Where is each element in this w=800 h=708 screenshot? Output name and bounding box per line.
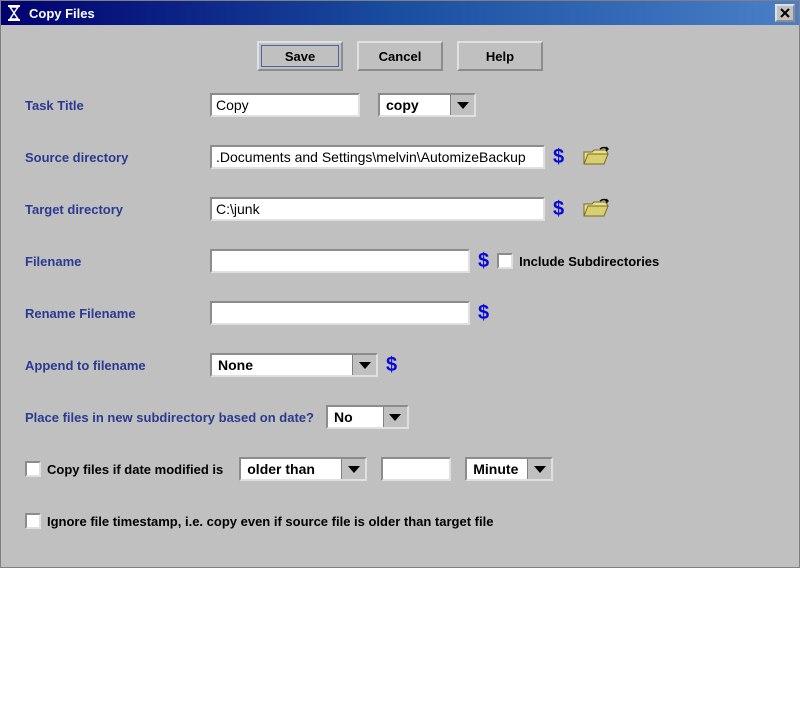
chevron-down-icon[interactable] [383,407,407,427]
row-filename: Filename $ Include Subdirectories [25,249,775,273]
variable-button-filename[interactable]: $ [478,250,489,273]
label-include-subdirs: Include Subdirectories [519,254,659,269]
date-comparison-combo[interactable]: older than [239,457,367,481]
chevron-down-icon[interactable] [527,459,551,479]
task-type-combo[interactable]: copy [378,93,476,117]
variable-button-append[interactable]: $ [386,354,397,377]
folder-open-icon[interactable] [582,146,610,168]
label-task-title: Task Title [25,98,210,113]
row-append-filename: Append to filename None $ [25,353,775,377]
task-title-input[interactable] [210,93,360,117]
row-date-modified: Copy files if date modified is older tha… [25,457,775,481]
rename-filename-input[interactable] [210,301,470,325]
window-title: Copy Files [29,6,95,21]
date-amount-input[interactable] [381,457,451,481]
label-date-modified: Copy files if date modified is [47,462,223,477]
row-place-subdir: Place files in new subdirectory based on… [25,405,775,429]
date-comparison-value: older than [241,459,341,479]
save-button[interactable]: Save [257,41,343,71]
watermark: LO4D.com [651,672,788,698]
source-dir-input[interactable] [210,145,545,169]
folder-open-icon[interactable] [582,198,610,220]
label-source-dir: Source directory [25,150,210,165]
help-button[interactable]: Help [457,41,543,71]
label-place-subdir: Place files in new subdirectory based on… [25,410,314,425]
button-row: Save Cancel Help [25,41,775,71]
variable-button-rename[interactable]: $ [478,302,489,325]
watermark-text: LO4D.com [679,672,788,698]
row-task-title: Task Title copy [25,93,775,117]
variable-button-target[interactable]: $ [553,198,564,221]
date-unit-value: Minute [467,459,527,479]
chevron-down-icon[interactable] [450,95,474,115]
append-filename-combo[interactable]: None [210,353,378,377]
hourglass-icon [5,4,23,22]
filename-input[interactable] [210,249,470,273]
label-target-dir: Target directory [25,202,210,217]
place-subdir-value: No [328,407,383,427]
variable-button-source[interactable]: $ [553,146,564,169]
label-append-filename: Append to filename [25,358,210,373]
title-bar: Copy Files [1,1,799,25]
place-subdir-combo[interactable]: No [326,405,409,429]
task-type-value: copy [380,95,450,115]
label-rename-filename: Rename Filename [25,306,210,321]
close-button[interactable] [775,4,795,22]
row-rename-filename: Rename Filename $ [25,301,775,325]
label-filename: Filename [25,254,210,269]
target-dir-input[interactable] [210,197,545,221]
append-filename-value: None [212,355,352,375]
include-subdirs-checkbox[interactable] [497,253,513,269]
ignore-timestamp-checkbox[interactable] [25,513,41,529]
row-ignore-timestamp: Ignore file timestamp, i.e. copy even if… [25,509,775,533]
date-modified-checkbox[interactable] [25,461,41,477]
dialog-content: Save Cancel Help Task Title copy Source … [1,25,799,567]
row-source-dir: Source directory $ [25,145,775,169]
label-ignore-timestamp: Ignore file timestamp, i.e. copy even if… [47,514,493,529]
dialog-window: Copy Files Save Cancel Help Task Title c… [0,0,800,568]
date-unit-combo[interactable]: Minute [465,457,553,481]
chevron-down-icon[interactable] [352,355,376,375]
row-target-dir: Target directory $ [25,197,775,221]
globe-icon [651,674,673,696]
cancel-button[interactable]: Cancel [357,41,443,71]
chevron-down-icon[interactable] [341,459,365,479]
